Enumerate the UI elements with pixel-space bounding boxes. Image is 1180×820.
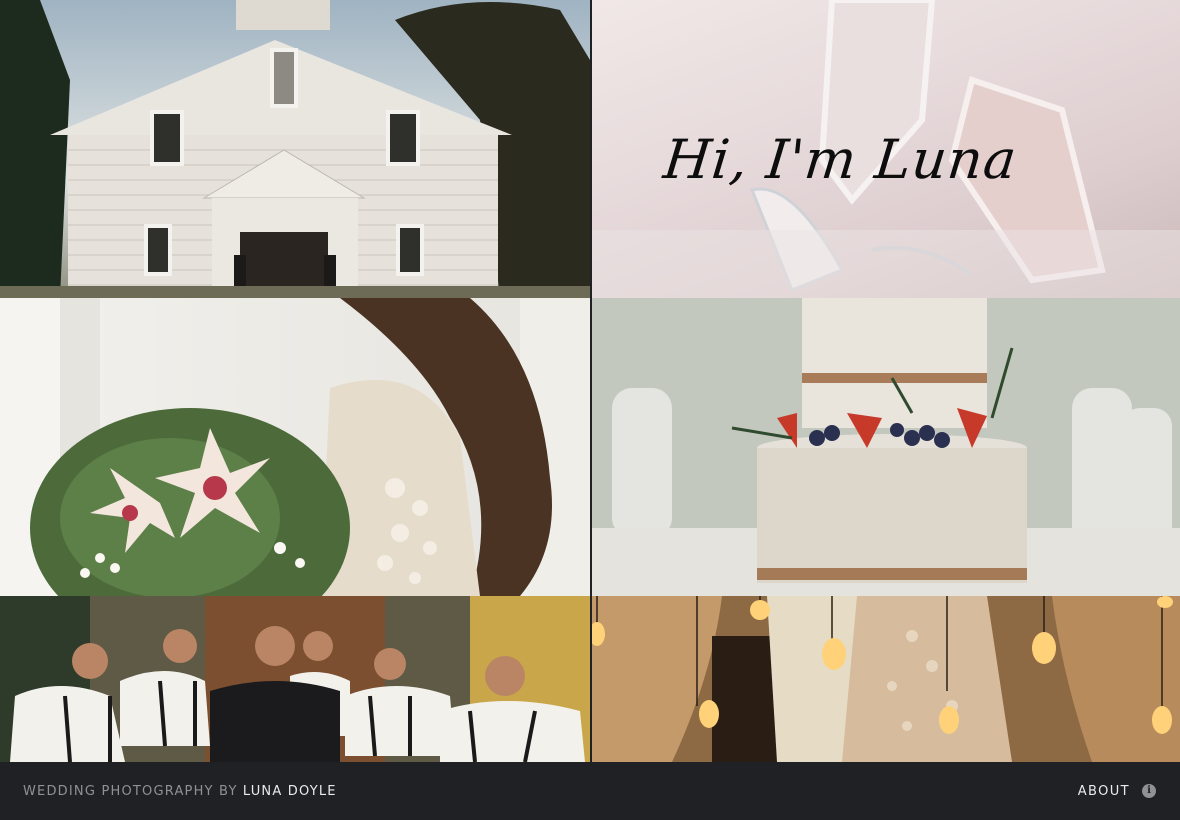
groomsmen-illustration <box>0 596 590 762</box>
brand-name: LUNA DOYLE <box>242 783 337 799</box>
photo-bridal-shoes[interactable]: Hi, I'm Luna <box>590 0 1180 298</box>
church-illustration <box>0 0 590 298</box>
info-icon[interactable]: i <box>1142 784 1156 798</box>
photo-church[interactable] <box>0 0 590 298</box>
brand-prefix: WEDDING PHOTOGRAPHY BY <box>23 783 243 799</box>
bulbs-illustration <box>592 596 1180 762</box>
photo-groomsmen[interactable] <box>0 596 590 762</box>
bride-illustration <box>0 298 590 596</box>
footer-brand[interactable]: WEDDING PHOTOGRAPHY BY LUNA DOYLE <box>23 784 337 799</box>
photo-grid: Hi, I'm Luna <box>0 0 1180 762</box>
hero-greeting: Hi, I'm Luna <box>660 128 1021 191</box>
page: Hi, I'm Luna WEDDING PHOTOGRAPHY BY LUNA… <box>0 0 1180 820</box>
photo-couple-bulbs[interactable] <box>590 596 1180 762</box>
about-link[interactable]: ABOUT i <box>1078 784 1156 799</box>
photo-wedding-cake[interactable] <box>590 298 1180 596</box>
cake-illustration <box>592 298 1180 596</box>
photo-bride-bouquet[interactable] <box>0 298 590 596</box>
footer-bar: WEDDING PHOTOGRAPHY BY LUNA DOYLE ABOUT … <box>0 762 1180 820</box>
about-label: ABOUT <box>1077 783 1130 799</box>
